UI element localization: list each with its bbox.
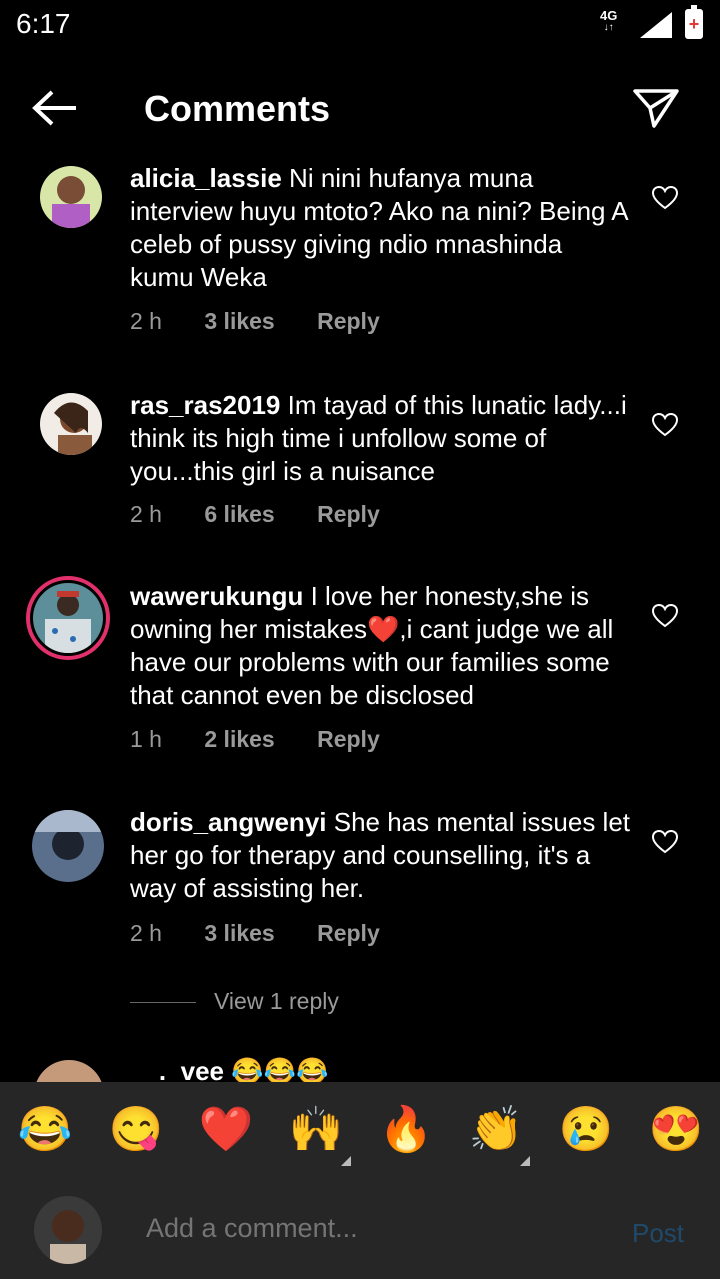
comment-text: __._vee 😂😂😂 <box>130 1056 329 1082</box>
emoji-tears-of-joy-button[interactable]: 😂 <box>17 1102 73 1158</box>
emoji-heart-eyes-button[interactable]: 😍 <box>648 1102 704 1158</box>
comment-username[interactable]: doris_angwenyi <box>130 807 327 837</box>
skin-tone-indicator <box>341 1156 351 1166</box>
comment-text: alicia_lassie Ni nini hufanya muna inter… <box>130 162 630 294</box>
emoji-heart-button[interactable]: ❤️ <box>198 1102 254 1158</box>
comment-likes[interactable]: 2 likes <box>204 726 274 752</box>
signal-icon <box>640 12 672 38</box>
like-heart-icon[interactable] <box>652 830 678 854</box>
emoji-yum-button[interactable]: 😋 <box>108 1102 164 1158</box>
comment-time: 2 h <box>130 920 162 946</box>
post-button[interactable]: Post <box>632 1218 684 1249</box>
like-heart-icon[interactable] <box>652 186 678 210</box>
comment-likes[interactable]: 3 likes <box>204 308 274 334</box>
view-replies-button[interactable]: View 1 reply <box>130 988 339 1015</box>
comment-username[interactable]: alicia_lassie <box>130 163 282 193</box>
emoji-fire-button[interactable]: 🔥 <box>378 1102 434 1158</box>
comment-input[interactable] <box>144 1212 608 1245</box>
comment-meta: 2 h 3 likes Reply <box>130 920 416 947</box>
network-type: 4G <box>600 8 618 23</box>
emoji-raised-hands-button[interactable]: 🙌 <box>288 1102 344 1158</box>
like-heart-icon[interactable] <box>652 604 678 628</box>
reply-button[interactable]: Reply <box>317 920 380 946</box>
reply-button[interactable]: Reply <box>317 308 380 334</box>
comment-text: waweru­kungu I love her honesty,she is o… <box>130 580 630 712</box>
comment-meta: 2 h 6 likes Reply <box>130 501 416 528</box>
view-replies-label: View 1 reply <box>214 988 339 1014</box>
network-indicator: 4G ↓↑ <box>600 8 618 34</box>
comment-username[interactable]: ras_ras2019 <box>130 390 280 420</box>
status-time: 6:17 <box>16 8 71 39</box>
avatar[interactable] <box>40 393 102 455</box>
back-arrow-icon[interactable] <box>30 88 80 128</box>
top-bar: Comments <box>0 70 720 150</box>
reply-button[interactable]: Reply <box>317 501 380 527</box>
avatar[interactable] <box>40 166 102 228</box>
comment-time: 2 h <box>130 501 162 527</box>
emoji-crying-button[interactable]: 😢 <box>558 1102 614 1158</box>
comment-item-partial: __._vee 😂😂😂 <box>0 1050 720 1082</box>
comment-time: 1 h <box>130 726 162 752</box>
data-arrows-icon: ↓↑ <box>603 22 614 33</box>
comment-meta: 1 h 2 likes Reply <box>130 726 416 753</box>
comment-meta: 2 h 3 likes Reply <box>130 308 416 335</box>
comment-text: doris_angwenyi She has mental issues let… <box>130 806 630 905</box>
avatar[interactable] <box>34 1060 104 1082</box>
emoji-clap-button[interactable]: 👏 <box>468 1102 524 1158</box>
my-avatar <box>34 1196 102 1264</box>
reply-button[interactable]: Reply <box>317 726 380 752</box>
like-heart-icon[interactable] <box>652 413 678 437</box>
comment-text: ras_ras2019 Im tayad of this lunatic lad… <box>130 389 630 488</box>
page-title: Comments <box>144 88 331 129</box>
comment-time: 2 h <box>130 308 162 334</box>
divider <box>130 1002 196 1004</box>
avatar[interactable] <box>32 810 104 882</box>
comment-likes[interactable]: 3 likes <box>204 920 274 946</box>
comment-username[interactable]: waweru­kungu <box>130 581 303 611</box>
battery-icon: + <box>685 5 703 39</box>
skin-tone-indicator <box>520 1156 530 1166</box>
avatar-story-ring[interactable] <box>26 576 110 660</box>
status-bar: 6:17 4G ↓↑ + <box>0 0 720 50</box>
send-direct-icon[interactable] <box>632 86 680 130</box>
emoji-reaction-bar: 😂 😋 ❤️ 🙌 🔥 👏 😢 😍 <box>0 1082 720 1182</box>
comment-likes[interactable]: 6 likes <box>204 501 274 527</box>
comment-composer: Post <box>0 1182 720 1279</box>
